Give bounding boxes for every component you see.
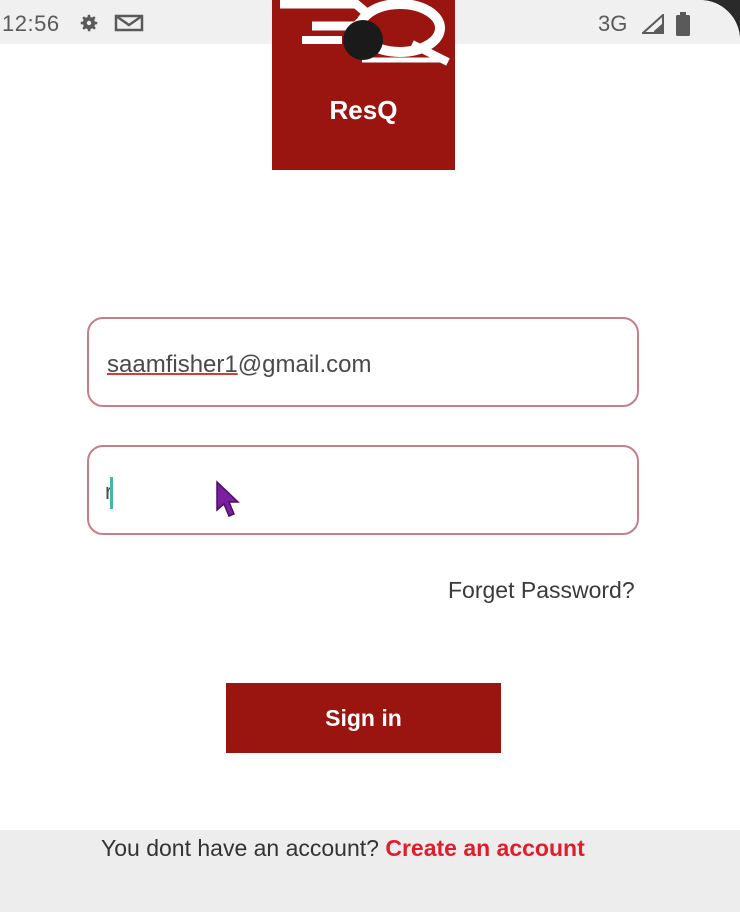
mail-icon	[114, 14, 144, 32]
password-field[interactable]: r	[87, 445, 639, 535]
app-screen: 12:56 3G ResQ saamfisher1@gmail.com r Fo…	[0, 0, 740, 912]
gear-icon	[80, 14, 98, 32]
status-time: 12:56	[2, 11, 60, 36]
email-value: saamfisher1@gmail.com	[107, 351, 371, 379]
account-prompt: You dont have an account?	[101, 835, 379, 861]
network-type: 3G	[598, 11, 628, 36]
email-user: saamfisher1	[107, 351, 238, 378]
create-account-link[interactable]: Create an account	[385, 835, 584, 861]
battery-icon	[676, 12, 690, 36]
email-domain: @gmail.com	[237, 351, 372, 378]
camera-cutout	[343, 20, 383, 60]
sign-in-button[interactable]: Sign in	[226, 683, 501, 753]
signal-icon	[642, 14, 664, 34]
app-name: ResQ	[329, 95, 398, 125]
text-caret	[110, 477, 113, 509]
mouse-cursor-icon	[216, 480, 240, 517]
account-prompt-line: You dont have an account? Create an acco…	[101, 835, 585, 862]
email-field[interactable]: saamfisher1@gmail.com	[87, 317, 639, 407]
forgot-password-link[interactable]: Forget Password?	[448, 577, 635, 604]
footer: You dont have an account? Create an acco…	[0, 830, 740, 912]
